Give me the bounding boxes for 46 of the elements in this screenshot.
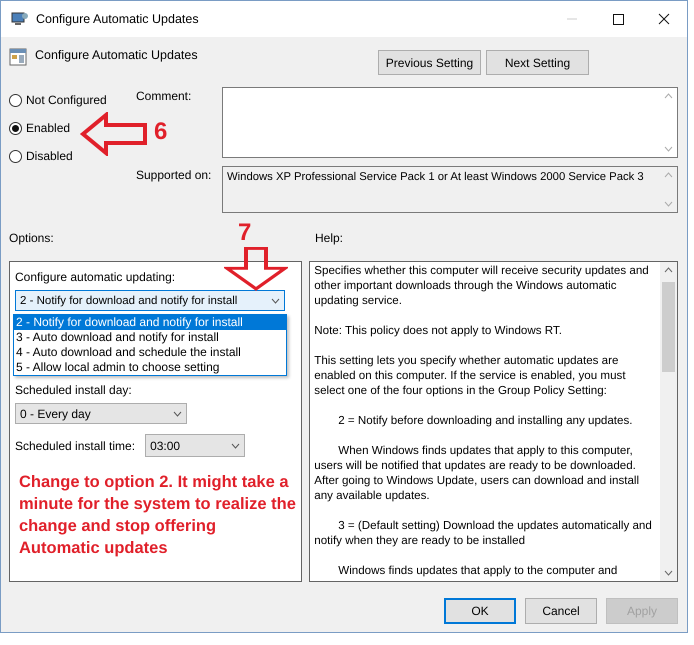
chevron-down-icon bbox=[271, 298, 280, 304]
dropdown-option[interactable]: 4 - Auto download and schedule the install bbox=[14, 345, 286, 360]
arrow-annotation bbox=[80, 112, 148, 156]
radio-label[interactable]: Not Configured bbox=[26, 93, 107, 107]
dialog-button[interactable]: OK bbox=[444, 598, 516, 624]
nav-button[interactable]: Next Setting bbox=[486, 50, 589, 75]
radio-button[interactable] bbox=[9, 150, 22, 162]
dropdown-option[interactable]: 2 - Notify for download and notify for install bbox=[14, 315, 286, 330]
setting-title: Configure Automatic Updates bbox=[35, 48, 198, 62]
radio-button[interactable] bbox=[9, 122, 22, 134]
install-day-dropdown[interactable]: 0 - Every day bbox=[15, 403, 187, 424]
help-paragraph: When Windows finds updates that apply to this computer, users will be notified that updates are ready to be downloaded. After going to Windows Update, users can download and install any available updates. bbox=[314, 443, 640, 503]
computer-icon bbox=[11, 11, 29, 27]
annotation-number: 7 bbox=[238, 219, 252, 247]
help-paragraph: Note: This policy does not apply to Windows RT. bbox=[314, 323, 563, 338]
nav-button[interactable]: Previous Setting bbox=[378, 50, 481, 75]
chevron-down-icon bbox=[173, 410, 182, 416]
help-paragraph: Windows finds updates that apply to the computer and bbox=[337, 563, 618, 578]
help-paragraph: This setting lets you specify whether automatic updates are enabled on this computer. If the service is enabled, you must select one of the four options in the Group Policy Setting: bbox=[314, 353, 627, 398]
radio-label[interactable]: Enabled bbox=[26, 121, 70, 135]
help-paragraph: 2 = Notify before downloading and installing any updates. bbox=[337, 413, 634, 428]
supported-text: Windows XP Professional Service Pack 1 or At least Windows 2000 Service Pack 3 bbox=[226, 170, 645, 185]
install-day-label: Scheduled install day: bbox=[15, 383, 133, 397]
comment-field[interactable] bbox=[222, 87, 678, 158]
install-time-label: Scheduled install time: bbox=[15, 438, 136, 452]
options-label: Options: bbox=[9, 231, 54, 245]
window-title: Configure Automatic Updates bbox=[36, 12, 199, 26]
dropdown-option[interactable]: 3 - Auto download and notify for install bbox=[14, 330, 286, 345]
radio-label[interactable]: Disabled bbox=[26, 149, 73, 163]
annotation-note: Change to option 2. It might take a minute for the system to realize the change and stop offering Automatic updates bbox=[19, 472, 296, 559]
arrow-annotation bbox=[224, 247, 288, 291]
chevron-down-icon bbox=[231, 442, 240, 448]
help-paragraph: Specifies whether this computer will receive security updates and other important downloads through the Windows automatic updating service. bbox=[314, 263, 650, 308]
policy-icon bbox=[9, 48, 27, 66]
annotation-number: 6 bbox=[154, 118, 168, 146]
supported-label: Supported on: bbox=[136, 168, 212, 182]
dialog-button[interactable]: Cancel bbox=[525, 598, 597, 624]
updating-dropdown[interactable]: 2 - Notify for download and notify for install bbox=[15, 290, 285, 311]
dropdown-option[interactable]: 5 - Allow local admin to choose setting bbox=[14, 360, 286, 375]
help-label: Help: bbox=[315, 231, 344, 247]
help-paragraph: 3 = (Default setting) Download the updates automatically and notify when they are ready to be installed bbox=[314, 518, 653, 548]
configure-label: Configure automatic updating: bbox=[15, 270, 176, 284]
install-time-dropdown[interactable]: 03:00 bbox=[145, 434, 246, 457]
scroll-bar[interactable] bbox=[660, 262, 677, 581]
radio-button[interactable] bbox=[9, 94, 22, 106]
comment-label: Comment: bbox=[136, 89, 192, 103]
